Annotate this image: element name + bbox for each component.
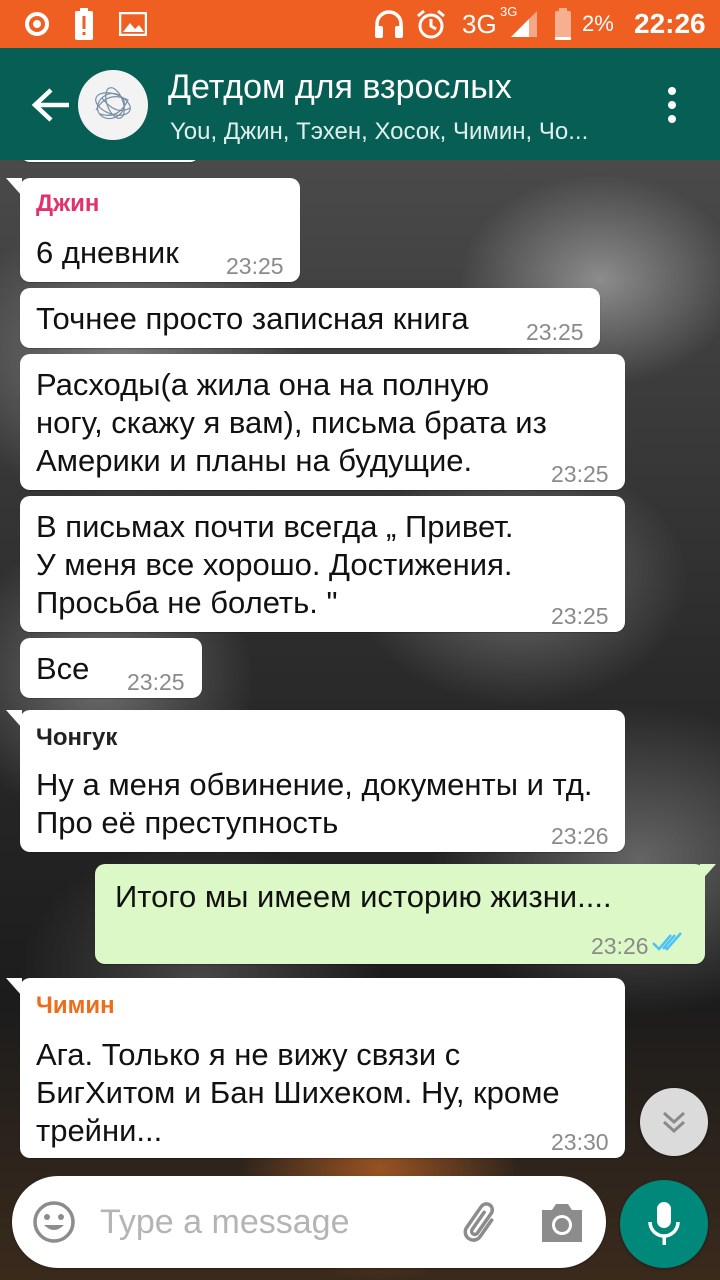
message-composer — [12, 1176, 606, 1268]
paperclip-icon[interactable] — [456, 1198, 506, 1248]
message-text: В письмах почти всегда „ Привет. — [36, 509, 514, 544]
dot-icon — [668, 87, 676, 95]
dot-icon — [668, 101, 676, 109]
chat-area[interactable]: Джин 6 дневник 23:25 Точнее просто запис… — [0, 160, 720, 1280]
message-time: 23:26 — [591, 933, 649, 959]
message-time: 23:25 — [526, 319, 584, 345]
message-text: Точнее просто записная книга — [36, 301, 469, 336]
battery-low-icon — [552, 8, 574, 40]
message-input[interactable] — [100, 1192, 450, 1252]
message-bubble[interactable]: Джин 6 дневник 23:25 — [20, 178, 300, 282]
microphone-icon — [648, 1202, 680, 1245]
message-text: Америки и планы на будущие. — [36, 443, 473, 478]
read-receipt-icon — [652, 932, 682, 951]
message-time: 23:25 — [551, 603, 609, 629]
message-text: Просьба не болеть. " — [36, 585, 338, 620]
message-sender: Джин — [36, 190, 100, 217]
emoji-icon[interactable] — [32, 1200, 76, 1244]
voice-record-button[interactable] — [620, 1180, 708, 1268]
message-text: ногу, скажу я вам), письма брата из — [36, 405, 547, 440]
message-text: У меня все хорошо. Достижения. — [36, 547, 513, 582]
group-avatar[interactable] — [78, 70, 148, 140]
scroll-to-bottom-button[interactable] — [640, 1088, 708, 1156]
message-bubble[interactable]: Расходы(а жила она на полную ногу, скажу… — [20, 354, 625, 490]
clock: 22:26 — [634, 8, 706, 39]
message-text: Про её преступность — [36, 805, 339, 840]
scribble-avatar-icon — [95, 87, 131, 120]
message-text: трейни... — [36, 1113, 163, 1148]
network-type: 3G — [462, 9, 497, 39]
overflow-menu-button[interactable] — [650, 78, 694, 132]
battery-alert-icon — [72, 8, 96, 40]
chat-participants[interactable]: You, Джин, Тэхен, Хосок, Чимин, Чо... — [170, 118, 620, 146]
message-bubble-outgoing[interactable]: Итого мы имеем историю жизни.... 23:26 — [95, 864, 705, 964]
chat-title[interactable]: Детдом для взрослых — [168, 68, 512, 107]
back-button[interactable] — [26, 80, 76, 130]
alarm-icon — [414, 8, 448, 40]
message-text: БигХитом и Бан Шихеком. Ну, кроме — [36, 1075, 560, 1110]
message-text: Все — [36, 651, 90, 686]
message-time: 23:25 — [226, 253, 284, 279]
gallery-icon — [118, 8, 148, 40]
message-time: 23:25 — [551, 461, 609, 487]
camera-icon[interactable] — [538, 1200, 586, 1246]
message-text: Ну а меня обвинение, документы и тд. — [36, 767, 593, 802]
message-text: Расходы(а жила она на полную — [36, 367, 490, 402]
headset-icon — [372, 8, 406, 40]
message-bubble[interactable]: Чимин Ага. Только я не вижу связи с БигХ… — [20, 978, 625, 1158]
message-bubble[interactable]: Точнее просто записная книга 23:25 — [20, 288, 600, 348]
message-text: Ага. Только я не вижу связи с — [36, 1037, 461, 1072]
double-chevron-down-icon — [662, 1111, 686, 1134]
message-sender: Чонгук — [36, 724, 118, 751]
dot-icon — [668, 115, 676, 123]
arrow-left-icon — [31, 88, 69, 122]
status-bar: 3G 3G 2% 22:26 — [0, 0, 720, 48]
message-bubble-partial — [20, 160, 200, 162]
signal-icon — [508, 8, 540, 40]
message-text: Итого мы имеем историю жизни.... — [115, 879, 612, 914]
message-text: 6 дневник — [36, 235, 179, 270]
battery-percent: 2% — [582, 11, 614, 36]
message-time: 23:25 — [127, 669, 185, 695]
message-time: 23:26 — [551, 823, 609, 849]
message-bubble[interactable]: В письмах почти всегда „ Привет. У меня … — [20, 496, 625, 632]
message-time: 23:30 — [551, 1129, 609, 1155]
notification-dot-icon — [22, 8, 52, 40]
message-bubble[interactable]: Все 23:25 — [20, 638, 202, 698]
message-sender: Чимин — [36, 992, 115, 1019]
message-bubble[interactable]: Чонгук Ну а меня обвинение, документы и … — [20, 710, 625, 852]
chat-header: Детдом для взрослых You, Джин, Тэхен, Хо… — [0, 48, 720, 160]
